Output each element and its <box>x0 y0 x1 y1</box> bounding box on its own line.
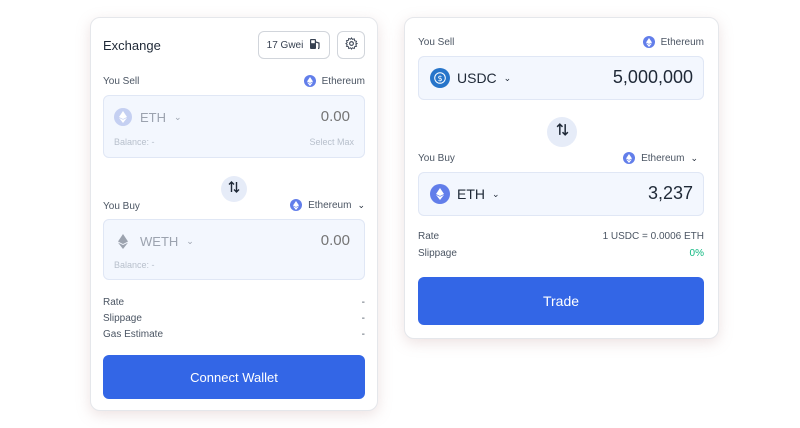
slippage-label: Slippage <box>418 248 457 259</box>
buy-amount-input[interactable] <box>228 231 352 250</box>
chevron-down-icon: ⌄ <box>357 199 365 210</box>
rate-value: 1 USDC = 0.0006 ETH <box>602 231 704 242</box>
chevron-down-icon: ⌄ <box>186 235 194 246</box>
gas-estimate-label: Gas Estimate <box>103 329 164 340</box>
sell-input-box: $ USDC ⌄ <box>418 56 704 100</box>
usdc-token-icon: $ <box>430 68 450 88</box>
connect-wallet-button[interactable]: Connect Wallet <box>103 355 365 399</box>
rate-label: Rate <box>103 297 125 308</box>
buy-balance: Balance: - <box>114 260 155 270</box>
chevron-down-icon: ⌄ <box>690 152 698 163</box>
buy-token-label: WETH <box>140 233 179 249</box>
buy-network-label: Ethereum <box>641 152 685 164</box>
select-max-link[interactable]: Select Max <box>309 137 354 147</box>
sell-token-selector[interactable]: $ USDC ⌄ <box>430 68 511 88</box>
eth-token-icon <box>430 184 450 204</box>
exchange-card: Exchange 17 Gwei You Sell Ethereum ETH ⌄… <box>90 17 378 411</box>
sell-network-label: Ethereum <box>321 75 365 87</box>
chevron-down-icon: ⌄ <box>174 111 182 122</box>
ethereum-icon <box>290 199 303 211</box>
buy-network-selector[interactable]: Ethereum ⌄ <box>290 199 365 211</box>
sell-amount-input[interactable] <box>541 66 695 89</box>
sell-token-selector[interactable]: ETH ⌄ <box>114 108 182 126</box>
sell-token-label: USDC <box>457 70 497 86</box>
buy-network-selector[interactable]: Ethereum ⌄ <box>623 152 698 164</box>
weth-token-icon <box>114 232 132 250</box>
sell-label: You Sell <box>103 76 140 87</box>
sell-token-label: ETH <box>140 109 166 125</box>
trade-button[interactable]: Trade <box>418 277 704 325</box>
ethereum-icon <box>303 75 316 87</box>
buy-token-label: ETH <box>457 186 485 202</box>
sell-amount-input[interactable] <box>228 107 352 126</box>
buy-input-box: WETH ⌄ Balance: - <box>103 219 365 280</box>
swap-arrows-icon <box>228 180 240 199</box>
gas-price-label: 17 Gwei <box>266 39 304 51</box>
gear-icon <box>344 37 358 53</box>
svg-text:$: $ <box>437 74 442 83</box>
sell-network-selector[interactable]: Ethereum <box>642 36 704 48</box>
sell-label: You Sell <box>418 37 455 48</box>
slippage-label: Slippage <box>103 313 142 324</box>
chevron-down-icon: ⌄ <box>492 188 500 199</box>
buy-input-box: ETH ⌄ <box>418 172 704 216</box>
buy-label: You Buy <box>418 153 455 164</box>
buy-amount-input[interactable] <box>541 182 695 205</box>
gas-estimate-value: - <box>361 329 365 340</box>
sell-network-selector[interactable]: Ethereum <box>303 75 365 87</box>
swap-direction-button[interactable] <box>221 176 247 202</box>
slippage-value: 0% <box>689 248 704 259</box>
eth-token-icon <box>114 108 132 126</box>
buy-label: You Buy <box>103 201 140 212</box>
ethereum-icon <box>642 36 655 48</box>
sell-network-label: Ethereum <box>660 36 704 48</box>
slippage-value: - <box>361 313 365 324</box>
fuel-pump-icon <box>309 38 321 53</box>
rate-label: Rate <box>418 231 440 242</box>
settings-button[interactable] <box>337 31 365 59</box>
buy-token-selector[interactable]: ETH ⌄ <box>430 184 500 204</box>
rate-value: - <box>361 297 365 308</box>
sell-balance: Balance: - <box>114 137 155 147</box>
ethereum-icon <box>623 152 636 164</box>
swap-arrows-icon <box>556 122 569 142</box>
trade-card: You Sell Ethereum $ USDC ⌄ You Buy Ether… <box>404 17 719 339</box>
card-title: Exchange <box>103 38 161 53</box>
chevron-down-icon: ⌄ <box>503 72 512 83</box>
gas-price-chip[interactable]: 17 Gwei <box>258 31 330 59</box>
swap-direction-button[interactable] <box>547 117 577 147</box>
buy-network-label: Ethereum <box>308 199 352 211</box>
sell-input-box: ETH ⌄ Balance: - Select Max <box>103 95 365 158</box>
buy-token-selector[interactable]: WETH ⌄ <box>114 232 194 250</box>
